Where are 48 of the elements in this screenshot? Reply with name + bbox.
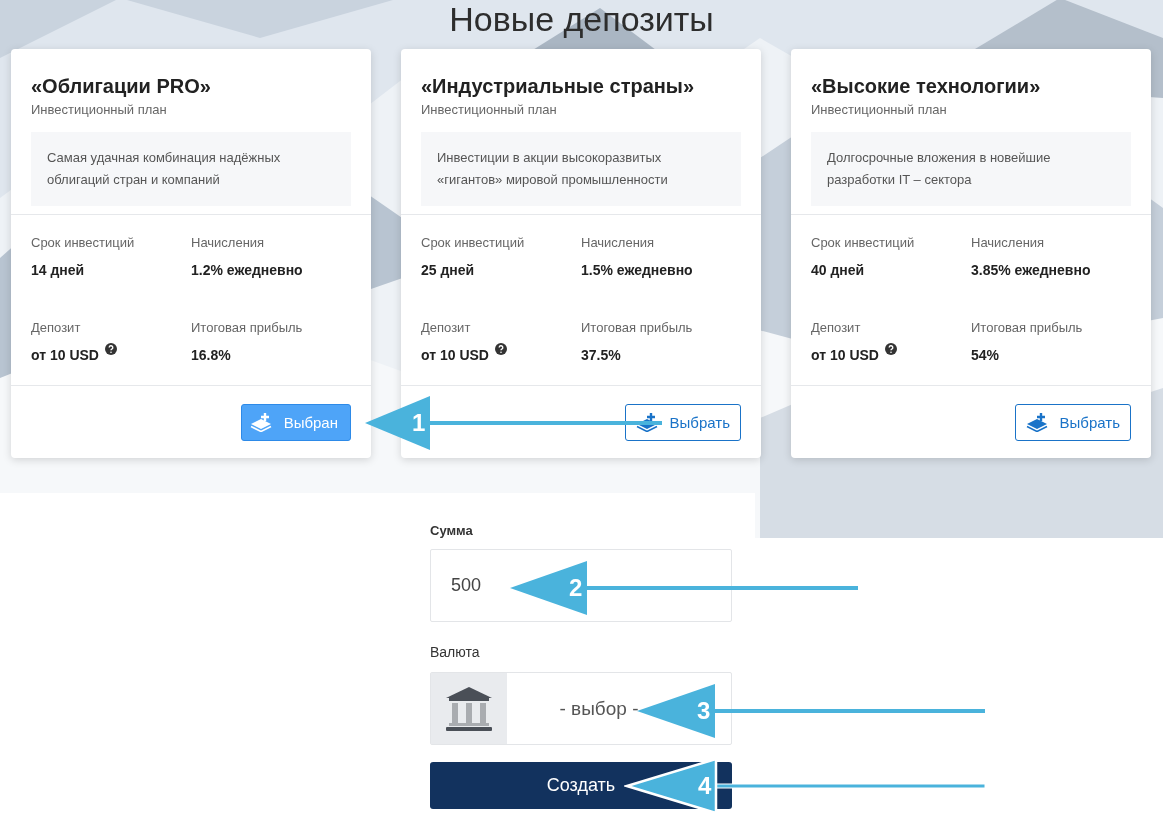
help-icon[interactable]: [885, 343, 897, 355]
field-label: Сумма: [430, 523, 473, 538]
stat-label: Начисления: [581, 235, 655, 250]
callout-number: 2: [569, 574, 583, 602]
bank-icon: [445, 686, 493, 731]
callout-number: 3: [697, 697, 711, 725]
plan-description: Инвестиции в акции высокоразвитых «гигантов» мировой промышленности: [421, 132, 741, 206]
field-label: Валюта: [430, 644, 480, 660]
page-title: Новые депозиты: [449, 0, 714, 40]
stat-label: Начисления: [971, 235, 1045, 250]
select-plan-button[interactable]: Выбрать: [624, 403, 741, 441]
plan-title: «Индустриальные страны»: [421, 74, 695, 98]
layers-plus-icon: [1025, 412, 1048, 432]
plan-subtitle: Инвестиционный план: [31, 102, 167, 117]
plan-subtitle: Инвестиционный план: [421, 102, 557, 117]
layers-plus-icon: [249, 412, 272, 432]
callout-number: 4: [698, 772, 712, 800]
stat-value: 25 дней: [421, 262, 475, 278]
plan-subtitle: Инвестиционный план: [811, 102, 947, 117]
stat-value: 3.85% ежедневно: [971, 262, 1091, 278]
stat-value: 16.8%: [191, 347, 231, 363]
help-icon[interactable]: [495, 343, 507, 355]
callout-number: 1: [412, 409, 426, 437]
plan-description: Долгосрочные вложения в новейшие разработки IT – сектора: [811, 132, 1131, 206]
stat-value: 1.2% ежедневно: [191, 262, 303, 278]
stat-value: от 10 USD: [31, 347, 99, 363]
stat-value: 37.5%: [581, 347, 621, 363]
stat-value: 1.5% ежедневно: [581, 262, 693, 278]
plan-description: Самая удачная комбинация надёжных облигаций стран и компаний: [31, 132, 351, 206]
stat-label: Итоговая прибыль: [971, 320, 1083, 335]
stat-label: Срок инвестиций: [31, 235, 135, 250]
stat-value: от 10 USD: [811, 347, 879, 363]
stat-label: Депозит: [421, 320, 471, 335]
stat-value: 54%: [971, 347, 1000, 363]
stat-value: 40 дней: [811, 262, 865, 278]
stat-label: Итоговая прибыль: [581, 320, 693, 335]
stat-label: Депозит: [811, 320, 861, 335]
help-icon[interactable]: [105, 343, 117, 355]
stat-label: Итоговая прибыль: [191, 320, 303, 335]
plan-title: «Высокие технологии»: [811, 74, 1041, 98]
stat-label: Начисления: [191, 235, 265, 250]
stat-value: от 10 USD: [421, 347, 489, 363]
stat-label: Депозит: [31, 320, 81, 335]
stat-label: Срок инвестиций: [421, 235, 525, 250]
select-plan-button[interactable]: Выбрать: [1014, 403, 1131, 441]
stat-label: Срок инвестиций: [811, 235, 915, 250]
plan-title: «Облигации PRO»: [31, 74, 211, 98]
stat-value: 14 дней: [31, 262, 85, 278]
